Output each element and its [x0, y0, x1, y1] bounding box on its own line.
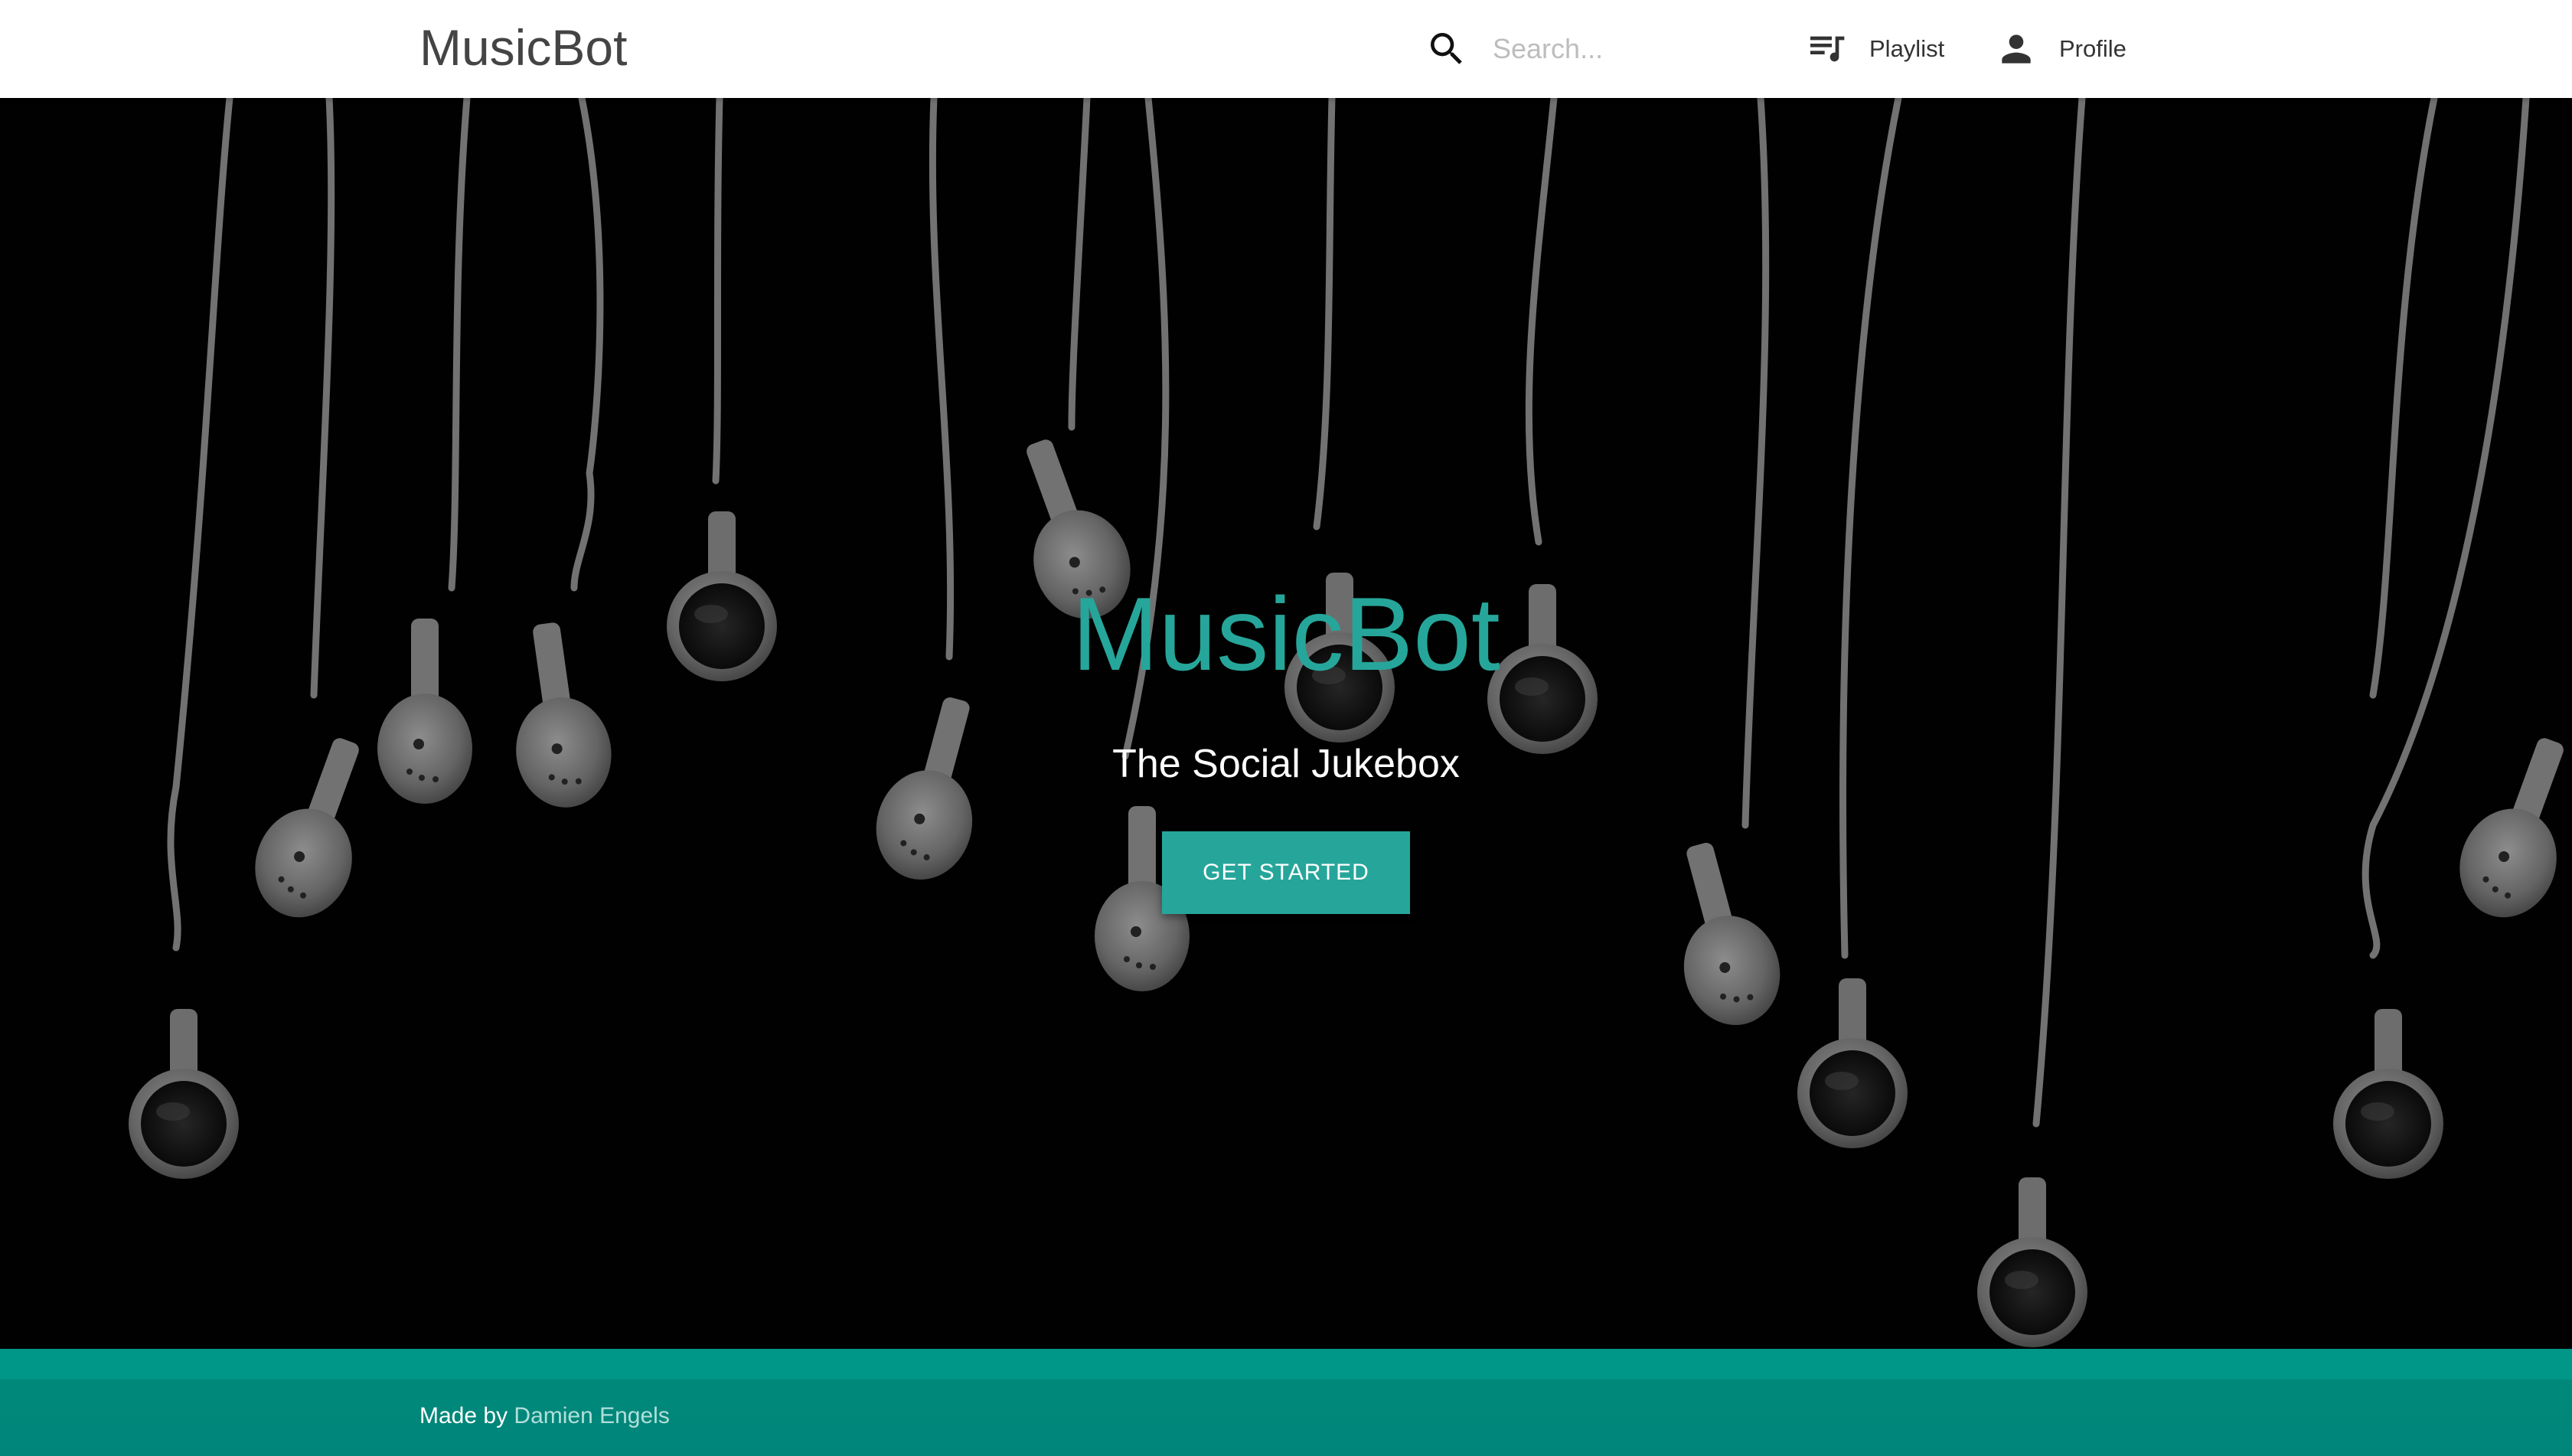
footer-credit: Made by Damien Engels	[419, 1401, 670, 1432]
search-input[interactable]	[1493, 28, 1768, 70]
get-started-button[interactable]: GET STARTED	[1162, 831, 1410, 914]
search-icon[interactable]	[1425, 28, 1468, 70]
author-link[interactable]: Damien Engels	[514, 1403, 669, 1428]
hero-section: MusicBot The Social Jukebox GET STARTED	[0, 98, 2572, 1349]
nav-profile-link[interactable]: Profile	[1995, 23, 2126, 75]
top-navbar: MusicBot Playlist Profile	[0, 0, 2572, 98]
hero-content: MusicBot The Social Jukebox GET STARTED	[0, 98, 2572, 1349]
nav-playlist-link[interactable]: Playlist	[1805, 23, 1944, 75]
nav-playlist-label: Playlist	[1869, 35, 1945, 62]
page-footer: Made by Damien Engels	[0, 1349, 2572, 1456]
brand-logo[interactable]: MusicBot	[419, 17, 627, 78]
nav-profile-label: Profile	[2059, 35, 2126, 62]
footer-credit-prefix: Made by	[419, 1403, 514, 1428]
hero-title: MusicBot	[1072, 576, 1500, 692]
search-box	[1425, 26, 1777, 72]
hero-subtitle: The Social Jukebox	[1112, 742, 1460, 786]
person-icon	[2002, 34, 2031, 64]
playlist-icon	[1810, 36, 1845, 62]
